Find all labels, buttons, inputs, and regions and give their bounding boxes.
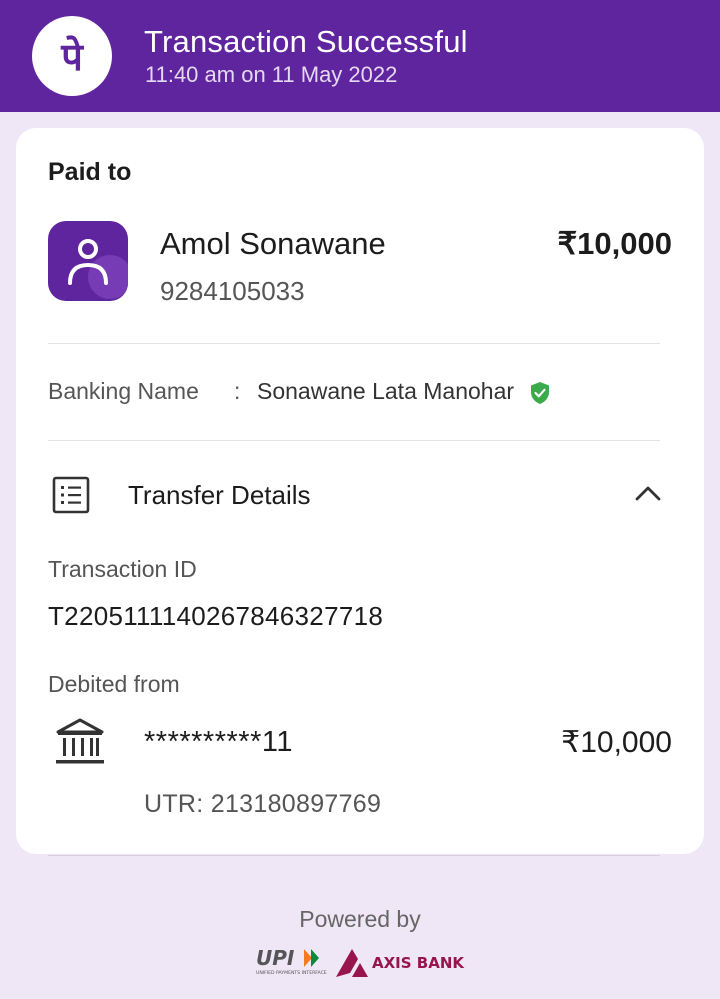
upi-logo: UPI UNIFIED PAYMENTS INTERFACE (256, 946, 327, 976)
svg-text:UNIFIED PAYMENTS INTERFACE: UNIFIED PAYMENTS INTERFACE (256, 970, 327, 976)
debited-from-label: Debited from (48, 671, 180, 697)
transaction-id-value: T2205111140267846327718 (48, 601, 384, 631)
person-icon (68, 239, 128, 299)
banking-name-colon: : (234, 378, 241, 404)
payee-avatar (48, 221, 128, 301)
bank-building-icon (56, 718, 104, 764)
svg-text:UPI: UPI (256, 946, 295, 970)
divider (48, 855, 660, 856)
paid-to-heading: Paid to (48, 158, 132, 186)
payee-name: Amol Sonawane (160, 226, 386, 261)
powered-by-label: Powered by (299, 906, 421, 932)
account-number-masked: **********11 (144, 726, 293, 758)
divider (48, 343, 660, 344)
receipt-list-icon (52, 476, 90, 514)
utr-number: UTR: 213180897769 (144, 790, 382, 818)
header-bar: पे Transaction Successful 11:40 am on 11… (0, 0, 720, 112)
axis-bank-logo: AXIS BANK (336, 949, 465, 977)
svg-text:पे: पे (60, 35, 84, 79)
paid-amount: ₹10,000 (557, 226, 672, 261)
phonepe-logo: पे (32, 16, 112, 96)
banking-name-value: Sonawane Lata Manohar (257, 378, 515, 404)
transaction-status-title: Transaction Successful (144, 24, 468, 59)
chevron-up-icon[interactable] (634, 484, 662, 502)
divider (48, 440, 660, 441)
transaction-timestamp: 11:40 am on 11 May 2022 (145, 62, 398, 87)
transaction-id-label: Transaction ID (48, 556, 197, 582)
svg-text:AXIS BANK: AXIS BANK (372, 954, 465, 972)
payee-phone: 9284105033 (160, 276, 305, 306)
verified-shield-icon (531, 382, 549, 404)
debited-amount: ₹10,000 (561, 726, 672, 759)
transaction-card: Paid to Amol Sonawane 9284105033 ₹10,000… (16, 128, 704, 854)
banking-name-label: Banking Name (48, 378, 199, 404)
transfer-details-label[interactable]: Transfer Details (128, 480, 311, 511)
